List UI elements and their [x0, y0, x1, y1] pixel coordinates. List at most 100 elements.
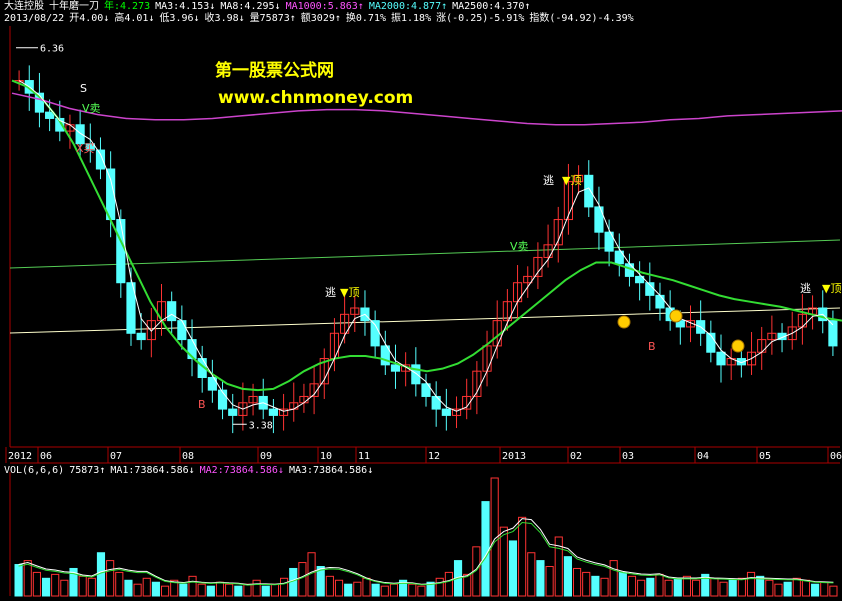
header1-field-3: MA3:4.153↓	[155, 1, 216, 12]
volume-bar-39	[371, 583, 380, 597]
volume-bar-78	[728, 579, 737, 597]
volume-bar-25	[243, 583, 252, 597]
candle-body-63	[655, 294, 665, 309]
volume-field-2: MA1:73864.586↓	[110, 465, 195, 476]
volume-bar-56	[527, 552, 536, 597]
volume-header: VOL(6,6,6) 75873↑ MA1:73864.586↓ MA2:73864.…	[4, 465, 378, 477]
price-header-line1: 大连控股 十年磨一刀 年:4.273 MA3:4.153↓ MA8:4.295↓ MA10…	[4, 1, 535, 13]
watermark-url: www.chnmoney.com	[218, 88, 414, 108]
signal-label-6: V卖	[510, 240, 529, 253]
volume-bar-69	[646, 577, 655, 597]
volume-bar-86	[801, 579, 811, 597]
volume-bar-77	[719, 581, 728, 597]
chart-stage: 6.36 3.38 2012 06 07 08 09 10 11 12 2013 02 03 04 05 06…	[0, 0, 842, 597]
candle-body-39	[411, 364, 421, 385]
series-line-MA1000	[11, 92, 842, 126]
header1-field-6: MA2000:4.877↑	[368, 1, 448, 12]
header1-field-4: MA8:4.295↓	[220, 1, 281, 12]
volume-bar-41	[389, 583, 399, 597]
volume-field-3: MA2:73864.586↓	[199, 465, 284, 476]
volume-bar-23	[225, 583, 234, 597]
volume-bar-55	[518, 516, 527, 597]
volume-bar-63	[591, 575, 600, 597]
header2-field-3: 低3.96↓	[159, 13, 200, 24]
signal-label-7: 逃	[543, 174, 554, 187]
candle-body-16	[177, 320, 187, 341]
volume-bar-60	[563, 556, 572, 597]
volume-bar-29	[280, 577, 289, 597]
volume-bar-19	[188, 575, 197, 597]
volume-ma1-line	[18, 518, 834, 586]
signal-label-1: V卖	[82, 102, 101, 115]
volume-bar-51	[481, 501, 490, 597]
volume-bar-66	[618, 571, 627, 597]
volume-bar-68	[637, 579, 646, 597]
date-label-8: 2013	[502, 451, 526, 462]
candle-body-6	[75, 124, 85, 145]
date-label-2: 07	[110, 451, 122, 462]
signal-label-3: 逃	[325, 286, 336, 299]
candle-body-15	[167, 301, 177, 322]
volume-bar-83	[774, 583, 783, 597]
volume-ma3-line	[18, 521, 834, 586]
candle-body-41	[431, 395, 441, 410]
low-marker-label: 3.38	[249, 420, 273, 431]
header2-field-0: 2013/08/22	[4, 13, 65, 24]
volume-bar-72	[673, 577, 682, 597]
volume-bar-36	[344, 583, 353, 597]
volume-bar-15	[151, 581, 160, 597]
volume-bar-2	[32, 571, 41, 597]
signal-label-10: ▼顶	[822, 282, 841, 295]
signal-label-4: ▼顶	[340, 286, 359, 299]
header2-field-1: 开4.00↓	[69, 13, 110, 24]
volume-bar-54	[508, 540, 518, 597]
volume-bar-58	[545, 566, 554, 597]
smiley-icon-0	[617, 315, 631, 329]
price-chart[interactable]: 6.36 3.38 2012 06 07 08 09 10 11 12 2013 02 03 04 05 06…	[0, 0, 842, 597]
header2-field-7: 换0.71%	[345, 13, 386, 24]
header2-field-5: 量75873↑	[249, 13, 296, 24]
header1-field-2: 年:4.273	[104, 1, 151, 12]
candle-body-69	[716, 351, 726, 366]
volume-bar-76	[710, 577, 719, 597]
volume-bar-18	[179, 583, 188, 597]
volume-bar-16	[160, 585, 170, 597]
volume-bar-82	[765, 579, 774, 597]
series-line-年	[11, 79, 842, 392]
date-label-11: 04	[697, 451, 709, 462]
volume-bar-14	[142, 577, 151, 597]
candle-body-10	[116, 219, 126, 284]
header2-field-4: 收3.98↓	[204, 13, 245, 24]
volume-bar-31	[298, 562, 307, 597]
candle-body-12	[136, 332, 146, 341]
date-label-9: 02	[570, 451, 582, 462]
volume-bar-87	[811, 583, 820, 597]
header1-field-7: MA2500:4.370↑	[452, 1, 531, 12]
trend-line-upper	[9, 239, 841, 269]
volume-field-4: MA3:73864.586↓	[288, 465, 374, 476]
signal-label-2: X买	[76, 142, 95, 155]
date-label-10: 03	[622, 451, 634, 462]
volume-bar-22	[215, 581, 225, 597]
watermark-title: 第一股票公式网	[215, 61, 334, 81]
volume-bar-3	[41, 577, 51, 597]
volume-bar-27	[261, 585, 270, 597]
date-label-13: 06	[830, 451, 842, 462]
volume-bar-46	[435, 577, 444, 597]
signal-label-0: S	[80, 82, 87, 95]
volume-bar-80	[746, 571, 756, 597]
volume-bar-70	[655, 573, 664, 597]
smiley-icon-2	[731, 339, 745, 353]
volume-bar-79	[737, 577, 746, 597]
date-label-1: 06	[40, 451, 52, 462]
volume-bar-53	[499, 526, 508, 597]
volume-bar-71	[664, 579, 673, 597]
volume-bar-21	[206, 585, 215, 597]
volume-bar-37	[353, 581, 362, 597]
date-label-6: 11	[358, 451, 370, 462]
header1-field-0: 大连控股	[4, 1, 44, 12]
signal-label-5: B	[198, 398, 206, 411]
volume-bar-26	[252, 579, 261, 597]
date-label-4: 09	[260, 451, 272, 462]
candle-body-42	[441, 408, 451, 416]
